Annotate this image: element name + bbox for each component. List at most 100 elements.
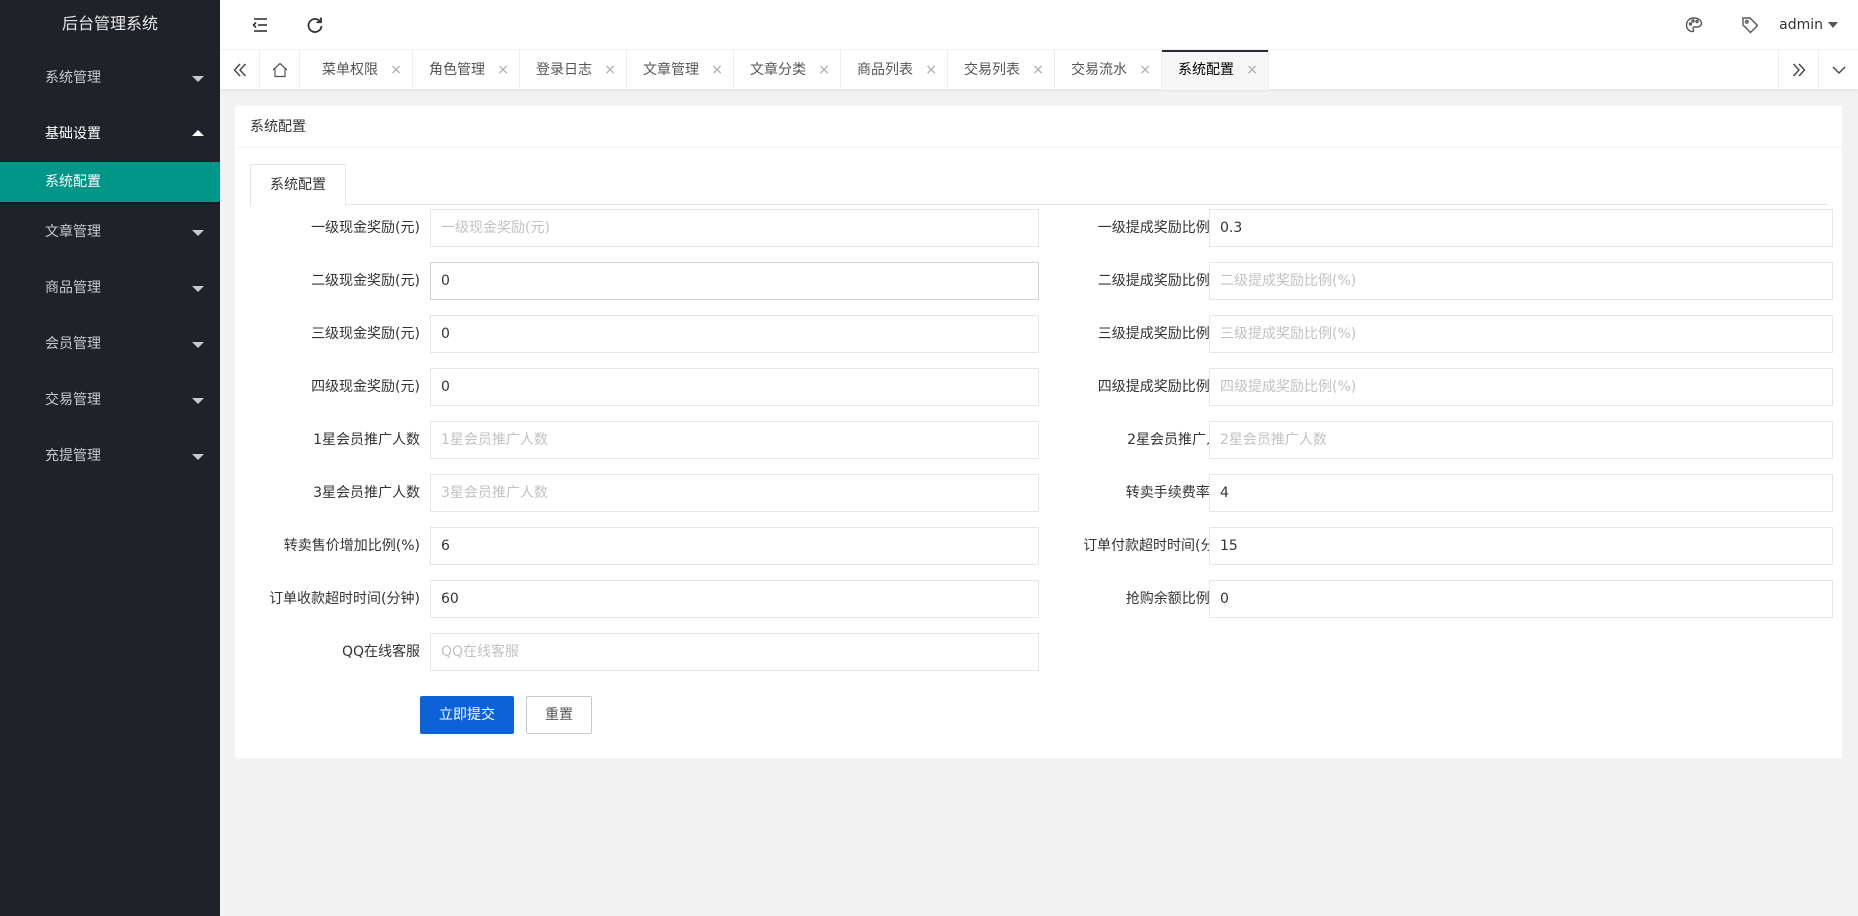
config-card: 系统配置 系统配置 一级现金奖励(元) 一级提成奖励比例(%) 二级现金奖励(元…: [235, 106, 1842, 758]
sidebar-item-label: 会员管理: [45, 336, 101, 352]
top-header: admin: [220, 0, 1858, 50]
chevron-down-icon: [192, 342, 204, 348]
close-icon[interactable]: ×: [390, 50, 402, 90]
card-title: 系统配置: [235, 106, 1842, 148]
tab-label: 登录日志: [536, 62, 592, 78]
sidebar-item-system-management[interactable]: 系统管理: [0, 50, 220, 106]
app-title: 后台管理系统: [61, 14, 158, 33]
submit-button[interactable]: 立即提交: [420, 696, 514, 734]
form-row: 二级现金奖励(元) 二级提成奖励比例(%): [235, 262, 1842, 300]
close-icon[interactable]: ×: [604, 50, 616, 90]
field-label: 订单收款超时时间(分钟): [269, 591, 420, 607]
close-icon[interactable]: ×: [925, 50, 937, 90]
sidebar-item-article-management[interactable]: 文章管理: [0, 204, 220, 260]
field-label: 1星会员推广人数: [313, 432, 420, 448]
tab-label: 文章管理: [643, 62, 699, 78]
field-label: 2星会员推广人数: [1127, 432, 1234, 448]
order-payment-timeout-input[interactable]: [1209, 527, 1833, 565]
tab-article-management[interactable]: 文章管理 ×: [627, 50, 734, 90]
form-row: 订单收款超时时间(分钟) 抢购余额比例(%): [235, 580, 1842, 618]
tab-system-config[interactable]: 系统配置 ×: [1162, 50, 1269, 90]
sidebar-item-label: 充提管理: [45, 448, 101, 464]
tabs-options-button[interactable]: [1818, 50, 1858, 90]
user-name: admin: [1779, 17, 1823, 33]
sidebar-item-label: 商品管理: [45, 280, 101, 296]
tab-article-category[interactable]: 文章分类 ×: [734, 50, 841, 90]
reset-button[interactable]: 重置: [526, 696, 592, 734]
level2-commission-ratio-input[interactable]: [1209, 262, 1833, 300]
level2-cash-reward-input[interactable]: [430, 262, 1039, 300]
sidebar-subitem-system-config[interactable]: 系统配置: [0, 162, 220, 202]
close-icon[interactable]: ×: [818, 50, 830, 90]
refresh-icon[interactable]: [303, 13, 327, 37]
form-row: 3星会员推广人数 转卖手续费率(%): [235, 474, 1842, 512]
tabs-scroll-left-button[interactable]: [220, 50, 260, 90]
theme-palette-icon[interactable]: [1682, 13, 1706, 37]
sidebar-submenu: 系统配置: [0, 162, 220, 204]
caret-down-icon: [1828, 22, 1838, 28]
home-tab[interactable]: [260, 50, 300, 90]
tag-icon[interactable]: [1738, 13, 1762, 37]
tab-label: 菜单权限: [322, 62, 378, 78]
star2-member-referrals-input[interactable]: [1209, 421, 1833, 459]
chevron-down-icon: [192, 230, 204, 236]
sidebar-item-label: 交易管理: [45, 392, 101, 408]
order-receipt-timeout-input[interactable]: [430, 580, 1039, 618]
chevron-up-icon: [192, 130, 204, 136]
field-label: 转卖手续费率(%): [1125, 485, 1234, 501]
tab-label: 系统配置: [1178, 62, 1234, 78]
sidebar-item-deposit-withdraw-management[interactable]: 充提管理: [0, 428, 220, 484]
close-icon[interactable]: ×: [1246, 50, 1258, 90]
form-row: 一级现金奖励(元) 一级提成奖励比例(%): [235, 209, 1842, 247]
level1-cash-reward-input[interactable]: [430, 209, 1039, 247]
tab-label: 文章分类: [750, 62, 806, 78]
tab-menu-permissions[interactable]: 菜单权限 ×: [306, 50, 413, 90]
sidebar-item-member-management[interactable]: 会员管理: [0, 316, 220, 372]
level1-commission-ratio-input[interactable]: [1209, 209, 1833, 247]
sidebar-item-product-management[interactable]: 商品管理: [0, 260, 220, 316]
tab-login-log[interactable]: 登录日志 ×: [520, 50, 627, 90]
rush-purchase-balance-ratio-input[interactable]: [1209, 580, 1833, 618]
field-label: 二级提成奖励比例(%): [1097, 273, 1234, 289]
form-row: 四级现金奖励(元) 四级提成奖励比例(%): [235, 368, 1842, 406]
user-menu[interactable]: admin: [1779, 0, 1838, 50]
field-label: 三级提成奖励比例(%): [1097, 326, 1234, 342]
star3-member-referrals-input[interactable]: [430, 474, 1039, 512]
star1-member-referrals-input[interactable]: [430, 421, 1039, 459]
tab-trade-list[interactable]: 交易列表 ×: [948, 50, 1055, 90]
close-icon[interactable]: ×: [497, 50, 509, 90]
collapse-menu-icon[interactable]: [248, 13, 272, 37]
field-label: 转卖售价增加比例(%): [283, 538, 420, 554]
tab-role-management[interactable]: 角色管理 ×: [413, 50, 520, 90]
sidebar-item-basic-settings[interactable]: 基础设置: [0, 106, 220, 162]
inner-tabs: 系统配置: [250, 158, 1827, 206]
tabs-scroll-right-button[interactable]: [1778, 50, 1818, 90]
form-row: 转卖售价增加比例(%) 订单付款超时时间(分钟): [235, 527, 1842, 565]
tab-label: 角色管理: [429, 62, 485, 78]
sidebar-item-trade-management[interactable]: 交易管理: [0, 372, 220, 428]
chevron-down-icon: [192, 286, 204, 292]
inner-tab-system-config[interactable]: 系统配置: [250, 164, 346, 206]
tab-product-list[interactable]: 商品列表 ×: [841, 50, 948, 90]
qq-online-support-input[interactable]: [430, 633, 1039, 671]
field-label: 四级现金奖励(元): [311, 379, 420, 395]
chevron-down-icon: [192, 454, 204, 460]
field-label: 一级提成奖励比例(%): [1097, 220, 1234, 236]
field-label: 四级提成奖励比例(%): [1097, 379, 1234, 395]
close-icon[interactable]: ×: [1032, 50, 1044, 90]
resale-price-increase-input[interactable]: [430, 527, 1039, 565]
field-label: QQ在线客服: [341, 644, 420, 660]
level4-cash-reward-input[interactable]: [430, 368, 1039, 406]
field-label: 订单付款超时时间(分钟): [1083, 538, 1234, 554]
close-icon[interactable]: ×: [711, 50, 723, 90]
level4-commission-ratio-input[interactable]: [1209, 368, 1833, 406]
field-label: 3星会员推广人数: [313, 485, 420, 501]
form-row: QQ在线客服: [235, 633, 1842, 671]
tab-label: 商品列表: [857, 62, 913, 78]
close-icon[interactable]: ×: [1139, 50, 1151, 90]
level3-cash-reward-input[interactable]: [430, 315, 1039, 353]
tabs-bar: 菜单权限 × 角色管理 × 登录日志 × 文章管理 × 文章分类 × 商品列表 × 交易列表…: [220, 50, 1858, 90]
resale-fee-rate-input[interactable]: [1209, 474, 1833, 512]
tab-trade-flow[interactable]: 交易流水 ×: [1055, 50, 1162, 90]
level3-commission-ratio-input[interactable]: [1209, 315, 1833, 353]
